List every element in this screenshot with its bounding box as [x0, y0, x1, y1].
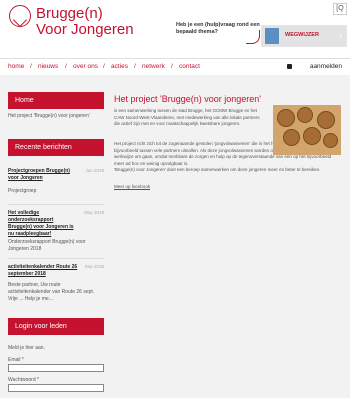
- brand-subtitle[interactable]: Voor Jongeren: [36, 22, 134, 38]
- nav-separator: /: [65, 63, 67, 70]
- nav-item-home[interactable]: home: [8, 63, 24, 70]
- divider: [8, 204, 104, 205]
- body-paragraph: 'Brugge(n) voor Jongeren' doet een beroe…: [114, 167, 321, 172]
- home-heading: Home: [8, 92, 104, 109]
- lock-icon: [287, 64, 292, 69]
- search-icon[interactable]: [Q: [333, 3, 347, 15]
- password-field[interactable]: [8, 384, 104, 392]
- nav-item-netwerk[interactable]: netwerk: [142, 63, 165, 70]
- login-link[interactable]: aanmelden: [310, 63, 342, 70]
- intro-paragraph: is een samenwerking tussen de stad Brugg…: [114, 108, 260, 126]
- post-title[interactable]: Het volledige onderzoeksrapport Brugge(n…: [8, 210, 78, 238]
- login-heading: Login voor leden: [8, 318, 104, 335]
- curved-arrow-icon: [246, 30, 260, 44]
- post-excerpt: Beste partner, Uw route activiteitenkale…: [8, 282, 95, 302]
- nav-item-acties[interactable]: acties: [111, 63, 128, 70]
- cookie-shape: [277, 109, 295, 127]
- site-header: Brugge(n) Voor Jongeren [Q Heb je een (h…: [0, 0, 350, 58]
- more-link[interactable]: Meer op facebook: [114, 184, 150, 189]
- signpost-icon: [265, 28, 279, 44]
- nav-separator: /: [134, 63, 136, 70]
- post-date: Jun 2019: [85, 168, 104, 173]
- cookie-shape: [303, 127, 321, 145]
- cookie-shape: [297, 107, 313, 123]
- nav-item-over-ons[interactable]: over ons: [73, 63, 98, 70]
- email-field[interactable]: [8, 364, 104, 372]
- email-label: Email *: [8, 357, 24, 363]
- post-title[interactable]: activiteitenkalender Route 26 september …: [8, 264, 78, 278]
- main-navigation: home / nieuws / over ons / acties / netw…: [0, 58, 350, 75]
- post-date: May 2019: [84, 210, 104, 215]
- nav-separator: /: [30, 63, 32, 70]
- post-excerpt: Projectgroep: [8, 188, 37, 194]
- divider: [8, 258, 104, 259]
- chevron-right-icon: ›: [339, 30, 342, 40]
- post-excerpt: Onderzoeksrapport Brugge(n) voor Jongere…: [8, 239, 86, 252]
- home-project-link[interactable]: Het project 'Brugge(n) voor jongeren': [8, 113, 104, 120]
- nav-separator: /: [171, 63, 173, 70]
- cookie-shape: [317, 111, 335, 129]
- recent-posts-heading: Recente berichten: [8, 139, 104, 156]
- nav-item-nieuws[interactable]: nieuws: [38, 63, 58, 70]
- page-title: Het project 'Brugge(n) voor jongeren': [114, 94, 262, 104]
- wegwijzer-button[interactable]: WEGWIJZER ›: [261, 25, 347, 47]
- brand-title[interactable]: Brugge(n): [36, 6, 103, 22]
- post-title[interactable]: Projectgroepen Brugge(n) voor Jongeren: [8, 168, 78, 182]
- wegwijzer-label: WEGWIJZER: [285, 32, 319, 38]
- login-intro: Meld je hier aan.: [8, 345, 45, 351]
- post-date: Sep 2018: [84, 264, 104, 269]
- cookie-shape: [283, 129, 300, 146]
- password-label: Wachtwoord *: [8, 377, 39, 383]
- cookies-photo: [273, 105, 341, 155]
- cookie-shape: [323, 133, 338, 148]
- nav-item-contact[interactable]: contact: [179, 63, 200, 70]
- logo-icon[interactable]: [9, 5, 31, 27]
- nav-separator: /: [103, 63, 105, 70]
